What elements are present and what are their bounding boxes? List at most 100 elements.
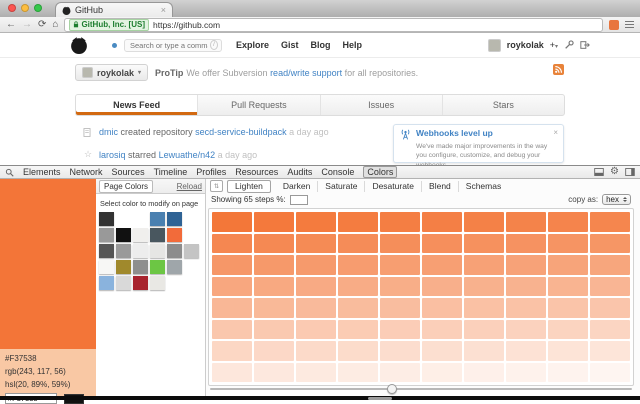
- color-step-cell[interactable]: [590, 276, 630, 296]
- color-step-cell[interactable]: [338, 362, 378, 382]
- mode-blend[interactable]: Blend: [422, 180, 459, 192]
- mode-darken[interactable]: Darken: [276, 180, 319, 192]
- color-step-cell[interactable]: [590, 255, 630, 275]
- palette-swatch[interactable]: [150, 244, 165, 258]
- mode-schemas[interactable]: Schemas: [459, 181, 508, 192]
- color-step-cell[interactable]: [338, 212, 378, 232]
- palette-swatch[interactable]: [150, 212, 165, 226]
- context-switcher-button[interactable]: roykolak ▾: [75, 64, 149, 81]
- palette-swatch[interactable]: [99, 260, 114, 274]
- color-step-cell[interactable]: [464, 212, 504, 232]
- color-step-cell[interactable]: [506, 212, 546, 232]
- devtools-tab-timeline[interactable]: Timeline: [154, 167, 188, 177]
- color-step-cell[interactable]: [380, 319, 420, 339]
- close-tab-icon[interactable]: ×: [161, 5, 166, 15]
- color-step-cell[interactable]: [254, 341, 294, 361]
- palette-swatch[interactable]: [99, 212, 114, 226]
- palette-swatch[interactable]: [133, 276, 148, 290]
- forward-icon[interactable]: →: [22, 19, 32, 30]
- color-step-cell[interactable]: [296, 319, 336, 339]
- github-search-box[interactable]: /: [124, 38, 222, 52]
- color-step-cell[interactable]: [212, 341, 252, 361]
- color-step-cell[interactable]: [212, 255, 252, 275]
- palette-swatch[interactable]: [150, 228, 165, 242]
- color-step-cell[interactable]: [548, 212, 588, 232]
- color-step-cell[interactable]: [422, 319, 462, 339]
- tab-pull-requests[interactable]: Pull Requests: [198, 95, 321, 115]
- reload-link[interactable]: Reload: [177, 182, 202, 191]
- color-step-cell[interactable]: [422, 212, 462, 232]
- palette-swatch[interactable]: [133, 228, 148, 242]
- color-step-cell[interactable]: [506, 362, 546, 382]
- color-step-cell[interactable]: [296, 298, 336, 318]
- color-step-cell[interactable]: [506, 233, 546, 253]
- palette-swatch[interactable]: [167, 244, 182, 258]
- browser-tab[interactable]: GitHub ×: [55, 2, 173, 17]
- color-step-cell[interactable]: [590, 362, 630, 382]
- color-step-cell[interactable]: [338, 255, 378, 275]
- devtools-tab-console[interactable]: Console: [321, 167, 354, 177]
- wrench-icon[interactable]: [564, 40, 574, 50]
- sort-toggle-icon[interactable]: ⇅: [210, 180, 223, 192]
- color-step-cell[interactable]: [254, 362, 294, 382]
- github-logo-icon[interactable]: [70, 36, 88, 54]
- color-step-cell[interactable]: [422, 341, 462, 361]
- palette-swatch[interactable]: [167, 260, 182, 274]
- mode-desaturate[interactable]: Desaturate: [365, 180, 423, 192]
- color-step-cell[interactable]: [212, 212, 252, 232]
- dock-side-icon[interactable]: [625, 168, 635, 176]
- color-step-cell[interactable]: [212, 319, 252, 339]
- color-step-cell[interactable]: [590, 319, 630, 339]
- color-step-cell[interactable]: [380, 255, 420, 275]
- tab-stars[interactable]: Stars: [443, 95, 564, 115]
- feed-repo-link[interactable]: secd-service-buildpack: [195, 127, 287, 137]
- color-step-cell[interactable]: [380, 276, 420, 296]
- mode-lighten[interactable]: Lighten: [227, 179, 271, 193]
- color-step-cell[interactable]: [422, 298, 462, 318]
- color-step-cell[interactable]: [464, 298, 504, 318]
- color-step-cell[interactable]: [212, 276, 252, 296]
- reload-icon[interactable]: ⟳: [38, 19, 46, 30]
- color-step-cell[interactable]: [506, 298, 546, 318]
- color-step-cell[interactable]: [254, 212, 294, 232]
- color-step-cell[interactable]: [464, 362, 504, 382]
- palette-swatch[interactable]: [133, 244, 148, 258]
- devtools-tab-profiles[interactable]: Profiles: [196, 167, 226, 177]
- palette-swatch[interactable]: [133, 260, 148, 274]
- inspect-magnifier-icon[interactable]: [5, 168, 14, 177]
- color-step-cell[interactable]: [380, 362, 420, 382]
- copy-format-select[interactable]: hex: [602, 194, 631, 205]
- color-step-cell[interactable]: [296, 255, 336, 275]
- color-step-cell[interactable]: [548, 233, 588, 253]
- extension-icon[interactable]: [609, 19, 619, 30]
- steps-percent-input[interactable]: [289, 194, 308, 205]
- palette-swatch[interactable]: [167, 228, 182, 242]
- color-step-cell[interactable]: [212, 362, 252, 382]
- color-step-cell[interactable]: [548, 255, 588, 275]
- gear-icon[interactable]: ⚙: [610, 167, 619, 177]
- steps-slider[interactable]: [208, 382, 634, 395]
- color-step-cell[interactable]: [296, 233, 336, 253]
- color-step-cell[interactable]: [296, 341, 336, 361]
- tab-issues[interactable]: Issues: [321, 95, 443, 115]
- color-step-cell[interactable]: [422, 233, 462, 253]
- color-step-cell[interactable]: [338, 298, 378, 318]
- color-step-cell[interactable]: [548, 362, 588, 382]
- color-step-cell[interactable]: [464, 276, 504, 296]
- color-step-cell[interactable]: [464, 341, 504, 361]
- color-step-cell[interactable]: [548, 276, 588, 296]
- palette-swatch[interactable]: [150, 276, 165, 290]
- nav-link-blog[interactable]: Blog: [311, 40, 331, 50]
- search-input[interactable]: [128, 39, 210, 51]
- zoom-window-button[interactable]: [34, 4, 42, 12]
- username-link[interactable]: roykolak: [507, 40, 544, 50]
- palette-swatch[interactable]: [99, 276, 114, 290]
- feed-user-link[interactable]: dmic: [99, 127, 118, 137]
- minimize-window-button[interactable]: [21, 4, 29, 12]
- devtools-tab-elements[interactable]: Elements: [23, 167, 61, 177]
- notification-dot[interactable]: [112, 42, 117, 48]
- color-step-cell[interactable]: [464, 233, 504, 253]
- protip-link[interactable]: read/write support: [270, 68, 342, 78]
- sign-out-icon[interactable]: [580, 40, 590, 50]
- palette-swatch[interactable]: [184, 244, 199, 258]
